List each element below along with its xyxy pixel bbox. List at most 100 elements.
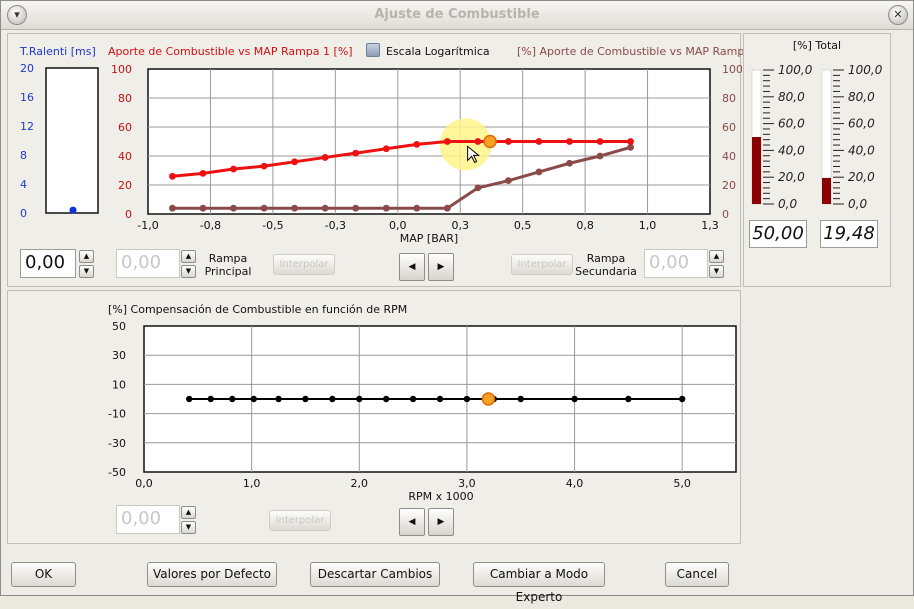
total-gauge-label: 40,0 [848, 143, 875, 157]
map-data-point [352, 204, 360, 212]
map-data-point [382, 204, 390, 212]
log-scale-toggle[interactable]: Escala Logarítmica [366, 43, 490, 58]
map-x-tick-label: -1,0 [137, 219, 158, 232]
map-data-point [443, 138, 451, 145]
map-chart[interactable]: -1,0 -0,8 -0,5 -0,3 0,0 0,3 0,5 0,8 1,0 1,3 100 100… [102, 60, 742, 246]
ok-button[interactable]: OK [11, 562, 76, 587]
close-button[interactable]: ✕ [888, 5, 908, 25]
rpm-y-tick-label: -50 [108, 466, 126, 479]
rpm-data-point [356, 395, 363, 403]
rpm-data-point [678, 395, 686, 403]
discard-changes-button[interactable]: Descartar Cambios [310, 562, 440, 587]
cancel-button[interactable]: Cancel [665, 562, 729, 587]
prev-point-button[interactable]: ◀ [399, 253, 425, 281]
defaults-button[interactable]: Valores por Defecto [147, 562, 277, 587]
rpm-data-point [275, 395, 282, 403]
arrow-left-icon: ◀ [408, 517, 416, 527]
idle-tick-label: 20 [20, 62, 34, 75]
map-y-tick-label-left: 60 [118, 121, 132, 134]
map-data-point [169, 204, 176, 212]
stepper-down-icon[interactable]: ▼ [79, 265, 94, 278]
ramp1-value-input[interactable]: 0,00 [116, 249, 180, 278]
map-data-point [260, 204, 268, 212]
stepper-down-icon[interactable]: ▼ [181, 265, 196, 278]
map-y-tick-label-left: 40 [118, 150, 132, 163]
rpm-x-axis-label: RPM x 1000 [408, 490, 473, 501]
rpm-panel: [%] Compensación de Combustible en funci… [7, 290, 741, 544]
total-gauge-label: 100,0 [848, 63, 883, 77]
totals-panel: [%] Total 100,0 80,0 60,0 40,0 20,0 0,0 100,0 8… [743, 33, 891, 287]
rpm-value-input[interactable]: 0,00 [116, 505, 180, 534]
map-y-tick-label-right: 80 [722, 92, 736, 105]
rpm-data-point [382, 395, 390, 403]
map-data-point [199, 204, 207, 212]
map-selected-point [483, 134, 497, 149]
rpm-chart[interactable]: 0,0 1,0 2,0 3,0 4,0 5,0 50 30 10 -10 -30 -50 RPM x 1… [102, 319, 742, 501]
stepper-up-icon[interactable]: ▲ [79, 250, 94, 263]
rpm-data-point [250, 395, 257, 403]
idle-value-point[interactable] [69, 206, 77, 214]
map-data-point [627, 143, 634, 151]
total-gauge-label: 100,0 [778, 63, 813, 77]
rpm-x-tick-label: 2,0 [351, 477, 369, 490]
ramp2-value-input[interactable]: 0,00 [644, 249, 708, 278]
stepper-down-icon[interactable]: ▼ [709, 265, 724, 278]
map-x-axis-label: MAP [BAR] [400, 232, 458, 245]
rpm-x-tick-label: 3,0 [458, 477, 476, 490]
stepper-up-icon[interactable]: ▲ [181, 250, 196, 263]
main-value-input[interactable]: 0,00 [20, 249, 76, 278]
title-bar: ▾ Ajuste de Combustible ✕ [1, 1, 913, 30]
total-gauge-label: 80,0 [778, 90, 805, 104]
total-value-1: 50,00 [749, 220, 807, 248]
interpolate-rpm-button[interactable]: Interpolar [269, 510, 331, 531]
map-data-point [260, 162, 268, 170]
rpm-data-point [625, 395, 632, 403]
total-value-2: 19,48 [820, 220, 878, 248]
map-y-tick-label-left: 100 [111, 63, 132, 76]
rpm-data-point [302, 395, 309, 403]
stepper-down-icon[interactable]: ▼ [181, 521, 196, 534]
interpolate-ramp1-button[interactable]: Interpolar [273, 254, 335, 275]
rpm-y-tick-label: -10 [108, 408, 126, 421]
rpm-data-point [329, 395, 336, 403]
rpm-next-point-button[interactable]: ▶ [428, 508, 454, 536]
stepper-up-icon[interactable]: ▲ [709, 250, 724, 263]
rpm-data-point [186, 395, 193, 403]
rpm-data-point [229, 395, 236, 403]
total-gauge-label: 60,0 [778, 117, 805, 131]
map-data-point [413, 141, 421, 148]
total-gauge-label: 40,0 [778, 143, 805, 157]
main-value-stepper[interactable]: ▲ ▼ [79, 250, 94, 280]
arrow-right-icon: ▶ [437, 262, 445, 272]
ramp2-value-stepper[interactable]: ▲ ▼ [709, 250, 724, 280]
rpm-data-point [571, 395, 578, 403]
total-gauge-label: 0,0 [848, 197, 867, 211]
rpm-data-point [207, 395, 214, 403]
arrow-right-icon: ▶ [437, 517, 445, 527]
ramp2-title: [%] Aporte de Combustible vs MAP Rampa 2 [517, 45, 762, 58]
ramp1-title: Aporte de Combustible vs MAP Rampa 1 [%] [108, 45, 353, 58]
map-x-tick-label: 0,0 [389, 219, 407, 232]
map-data-point [505, 177, 512, 185]
map-x-tick-label: 1,3 [701, 219, 719, 232]
rpm-value-stepper[interactable]: ▲ ▼ [181, 506, 196, 536]
idle-chart: 20 16 12 8 4 0 [20, 62, 99, 220]
idle-tick-label: 0 [20, 207, 27, 220]
next-point-button[interactable]: ▶ [428, 253, 454, 281]
total-gauge-label: 80,0 [848, 90, 875, 104]
ramp1-value-stepper[interactable]: ▲ ▼ [181, 250, 196, 280]
stepper-up-icon[interactable]: ▲ [181, 506, 196, 519]
rpm-prev-point-button[interactable]: ◀ [399, 508, 425, 536]
rpm-data-point [517, 395, 524, 403]
map-y-tick-label-right: 100 [722, 63, 742, 76]
total-gauge-label: 60,0 [848, 117, 875, 131]
expert-mode-button[interactable]: Cambiar a Modo Experto [473, 562, 605, 604]
totals-label: [%] Total [792, 39, 842, 52]
rpm-data-point [436, 395, 444, 403]
map-data-point [199, 170, 207, 177]
map-data-point [596, 138, 604, 145]
map-data-point [230, 204, 237, 212]
interpolate-ramp2-button[interactable]: Interpolar [511, 254, 573, 275]
map-data-point [566, 159, 573, 167]
log-scale-checkbox[interactable] [366, 43, 380, 57]
